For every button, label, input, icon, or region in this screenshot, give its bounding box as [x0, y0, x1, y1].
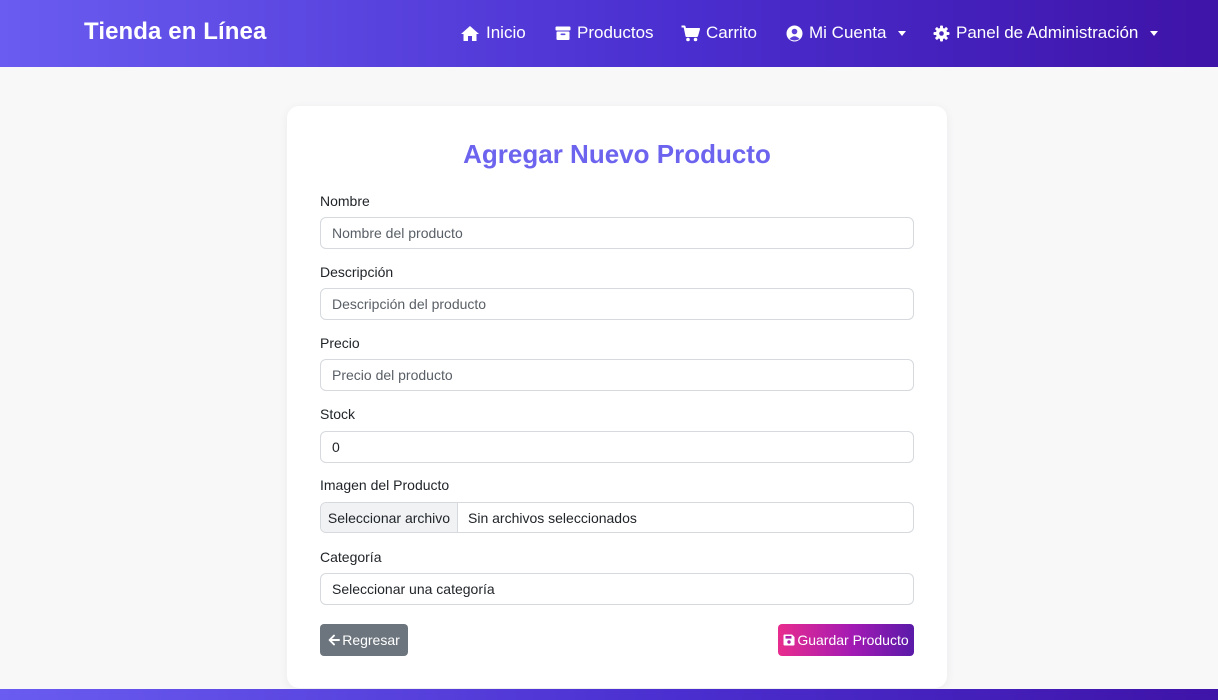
- nav-label-mi-cuenta: Mi Cuenta: [809, 23, 887, 42]
- back-button[interactable]: Regresar: [320, 624, 408, 656]
- back-button-label: Regresar: [342, 632, 400, 648]
- nav-item-productos[interactable]: Productos: [555, 22, 654, 44]
- brand-logo[interactable]: Tienda en Línea: [84, 18, 266, 46]
- precio-input[interactable]: [320, 359, 914, 391]
- image-file-input[interactable]: Seleccionar archivo Sin archivos selecci…: [320, 502, 914, 533]
- footer-bar: [0, 689, 1218, 700]
- file-status-text: Sin archivos seleccionados: [468, 509, 637, 526]
- imagen-label: Imagen del Producto: [320, 477, 450, 493]
- nombre-label: Nombre: [320, 193, 370, 209]
- nav-item-panel-admin[interactable]: Panel de Administración: [933, 22, 1159, 44]
- cart-icon: [681, 25, 700, 41]
- nav-label-carrito: Carrito: [706, 23, 758, 42]
- nav-item-carrito[interactable]: Carrito: [681, 22, 757, 44]
- user-circle-icon: [786, 25, 803, 41]
- nombre-input[interactable]: [320, 217, 914, 249]
- nav-label-productos: Productos: [577, 23, 654, 42]
- select-file-button[interactable]: Seleccionar archivo: [321, 503, 458, 532]
- chevron-down-icon: [898, 30, 907, 36]
- descripcion-input[interactable]: [320, 288, 914, 320]
- precio-label: Precio: [320, 335, 360, 351]
- descripcion-label: Descripción: [320, 264, 394, 280]
- arrow-left-icon: [328, 634, 341, 646]
- add-product-card: Agregar Nuevo Producto Nombre Descripció…: [287, 106, 947, 688]
- nav-label-inicio: Inicio: [486, 23, 526, 42]
- stock-input[interactable]: [320, 431, 914, 463]
- chevron-down-icon: [1150, 30, 1159, 36]
- categoria-selected-value: Seleccionar una categoría: [332, 581, 495, 597]
- save-product-button[interactable]: Guardar Producto: [778, 624, 914, 656]
- save-button-label: Guardar Producto: [797, 632, 909, 648]
- nav-item-mi-cuenta[interactable]: Mi Cuenta: [786, 22, 907, 44]
- categoria-label: Categoría: [320, 549, 382, 565]
- categoria-select[interactable]: Seleccionar una categoría: [320, 573, 914, 605]
- box-icon: [555, 26, 571, 40]
- top-navbar: Tienda en Línea Inicio Productos Carrito…: [0, 0, 1218, 67]
- page-title: Agregar Nuevo Producto: [463, 139, 771, 169]
- nav-item-inicio[interactable]: Inicio: [460, 22, 526, 44]
- home-icon: [461, 25, 479, 41]
- nav-label-panel-admin: Panel de Administración: [956, 23, 1139, 42]
- floppy-disk-icon: [783, 634, 795, 646]
- stock-label: Stock: [320, 406, 356, 422]
- gear-icon: [933, 25, 950, 41]
